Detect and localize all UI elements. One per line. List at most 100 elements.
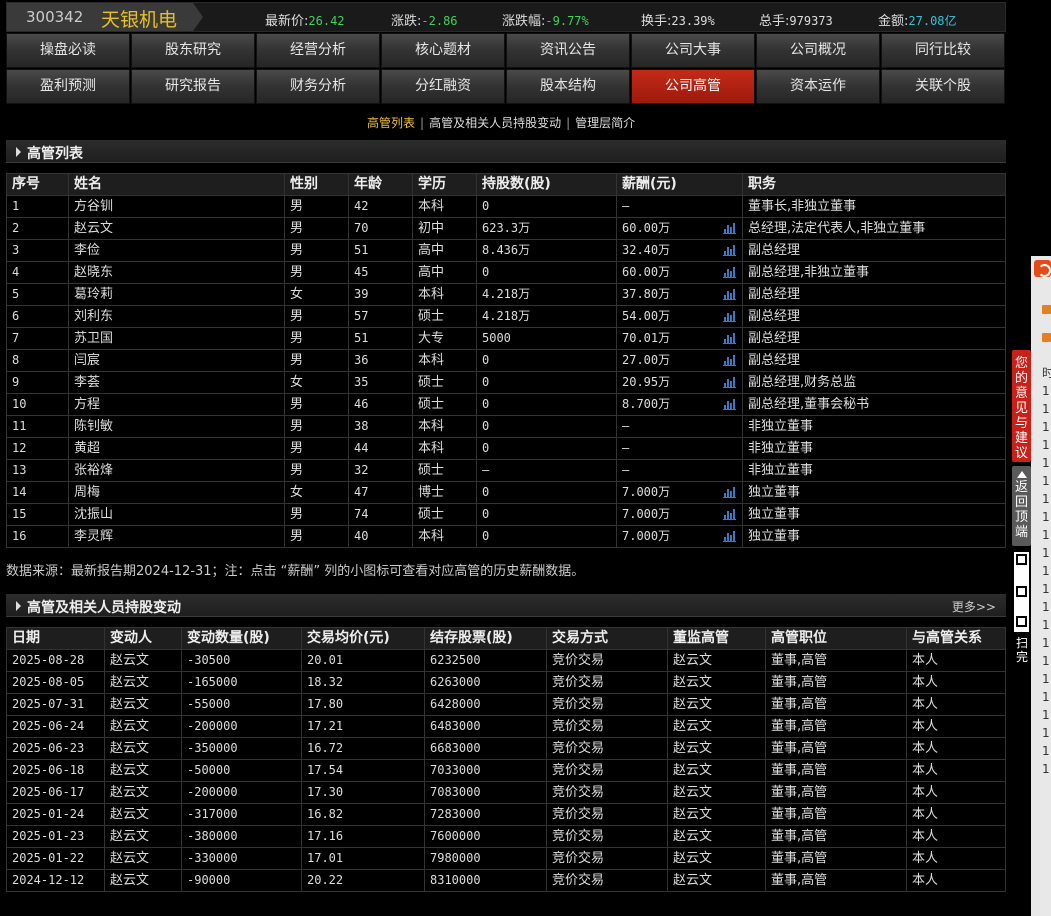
nav-btn-fenhong[interactable]: 分红融资 — [381, 69, 505, 104]
table-cell: 7 — [6, 327, 69, 350]
nav-btn-caiwu[interactable]: 财务分析 — [256, 69, 380, 104]
table-cell[interactable]: 27.00万 — [616, 349, 743, 372]
table-cell[interactable]: 70.01万 — [616, 327, 743, 350]
nav-btn-gaikuang[interactable]: 公司概况 — [756, 33, 880, 68]
table-cell: 20.22 — [301, 869, 425, 892]
table-cell: 硕士 — [412, 393, 477, 416]
table-cell: 竞价交易 — [546, 825, 668, 848]
more-link[interactable]: 更多>> — [952, 598, 996, 615]
bar-chart-icon[interactable] — [723, 377, 736, 388]
col-header: 年龄 — [348, 173, 413, 196]
table-cell: 硕士 — [412, 503, 477, 526]
bar-chart-icon[interactable] — [723, 311, 736, 322]
quote-field-price: 最新价:26.42 — [265, 14, 345, 29]
table-cell: 39 — [348, 283, 413, 306]
checkbox-icon[interactable] — [1042, 305, 1051, 314]
nav-btn-guben[interactable]: 股本结构 — [506, 69, 630, 104]
table-cell[interactable]: 7.000万 — [616, 525, 743, 548]
table-cell: 18.32 — [301, 671, 425, 694]
table-cell: 男 — [284, 305, 349, 328]
table-cell: 初中 — [412, 217, 477, 240]
bar-chart-icon[interactable] — [723, 333, 736, 344]
nav-btn-dashi[interactable]: 公司大事 — [631, 33, 755, 68]
table-cell: 非独立董事 — [742, 415, 1006, 438]
table-cell[interactable]: 7.000万 — [616, 481, 743, 504]
table-cell: 46 — [348, 393, 413, 416]
subtab-mgmt-intro[interactable]: 管理层简介 — [575, 116, 635, 130]
table-cell: 李俭 — [68, 239, 285, 262]
bar-chart-icon[interactable] — [723, 355, 736, 366]
nav-btn-ticai[interactable]: 核心题材 — [381, 33, 505, 68]
bar-chart-icon[interactable] — [723, 245, 736, 256]
bar-chart-icon[interactable] — [723, 531, 736, 542]
nav-btn-gaoguan[interactable]: 公司高管 — [631, 69, 755, 104]
table-cell: 赵云文 — [667, 737, 766, 760]
table-cell: 7083000 — [424, 781, 547, 804]
bar-chart-icon[interactable] — [723, 399, 736, 410]
feedback-button-label: 您的意见与建议 — [1014, 356, 1028, 461]
bar-chart-icon[interactable] — [723, 289, 736, 300]
table-cell: 董事,高管 — [765, 803, 907, 826]
back-to-top-button[interactable]: 返回顶端 — [1012, 466, 1031, 546]
table-cell: 2025-06-23 — [6, 737, 105, 760]
table-cell: 7283000 — [424, 803, 547, 826]
col-header: 变动人 — [104, 627, 182, 650]
table-cell: 本人 — [906, 869, 1006, 892]
table-row: 2025-07-31 赵云文 -55000 17.80 6428000 竞价交易 赵云文 董事… — [6, 693, 1006, 716]
table-cell[interactable]: 54.00万 — [616, 305, 743, 328]
table-cell: -165000 — [181, 671, 302, 694]
table-cell[interactable]: 7.000万 — [616, 503, 743, 526]
qr-code-icon[interactable] — [1012, 550, 1031, 634]
table-cell: 本科 — [412, 195, 477, 218]
table-cell[interactable]: 20.95万 — [616, 371, 743, 394]
feedback-logo-icon[interactable] — [1034, 260, 1051, 277]
table-row: 2 赵云文男 70 初中 623.3万 60.00万 总经理,法定代表人,非独立董事 — [6, 217, 1006, 240]
table-cell[interactable]: 32.40万 — [616, 239, 743, 262]
table-cell[interactable]: 60.00万 — [616, 261, 743, 284]
table-cell: 竞价交易 — [546, 803, 668, 826]
bar-chart-icon[interactable] — [723, 223, 736, 234]
subtab-holding-changes[interactable]: 高管及相关人员持股变动 — [429, 116, 561, 130]
table-cell: 董事,高管 — [765, 869, 907, 892]
nav-btn-jingying[interactable]: 经营分析 — [256, 33, 380, 68]
table-row: 6 刘利东男 57 硕士 4.218万 54.00万 副总经理 — [6, 305, 1006, 328]
nav-btn-gudong[interactable]: 股东研究 — [131, 33, 255, 68]
table-cell: 本科 — [412, 283, 477, 306]
col-header: 学历 — [412, 173, 477, 196]
table-cell: 男 — [284, 437, 349, 460]
table-cell: 17.16 — [301, 825, 425, 848]
table-cell[interactable]: 8.700万 — [616, 393, 743, 416]
bar-chart-icon[interactable] — [723, 267, 736, 278]
table-cell[interactable]: 37.80万 — [616, 283, 743, 306]
table-cell: 黄超 — [68, 437, 285, 460]
feedback-button[interactable]: 您的意见与建议 — [1012, 350, 1031, 462]
table-cell[interactable]: 60.00万 — [616, 217, 743, 240]
table-cell: 男 — [284, 415, 349, 438]
table-cell: — — [616, 437, 743, 460]
nav-btn-caopan[interactable]: 操盘必读 — [6, 33, 130, 68]
nav-btn-guanlian[interactable]: 关联个股 — [881, 69, 1005, 104]
nav-btn-ziben[interactable]: 资本运作 — [756, 69, 880, 104]
col-header: 序号 — [6, 173, 69, 196]
table-cell: 赵云文 — [104, 781, 182, 804]
nav-btn-tonghang[interactable]: 同行比较 — [881, 33, 1005, 68]
table-cell: 本人 — [906, 693, 1006, 716]
checkbox-icon[interactable] — [1042, 333, 1051, 342]
nav-btn-yanjiu[interactable]: 研究报告 — [131, 69, 255, 104]
table-row: 12 黄超男 44 本科 0— 非独立董事 — [6, 437, 1006, 460]
table-cell: 副总经理,财务总监 — [742, 371, 1006, 394]
bar-chart-icon[interactable] — [723, 487, 736, 498]
table-cell: 4.218万 — [476, 305, 617, 328]
nav-btn-yingli[interactable]: 盈利预测 — [6, 69, 130, 104]
nav-btn-zixun[interactable]: 资讯公告 — [506, 33, 630, 68]
subtab-exec-list[interactable]: 高管列表 — [367, 116, 415, 130]
table-cell: 0 — [476, 261, 617, 284]
table-cell: 赵云文 — [104, 737, 182, 760]
table-cell: 李灵辉 — [68, 525, 285, 548]
col-header: 董监高管 — [667, 627, 766, 650]
table-cell: 赵云文 — [104, 825, 182, 848]
table-cell: 13 — [6, 459, 69, 482]
bar-chart-icon[interactable] — [723, 509, 736, 520]
table-cell: 竞价交易 — [546, 781, 668, 804]
section-holding-changes: 高管及相关人员持股变动 更多>> — [6, 594, 1006, 617]
